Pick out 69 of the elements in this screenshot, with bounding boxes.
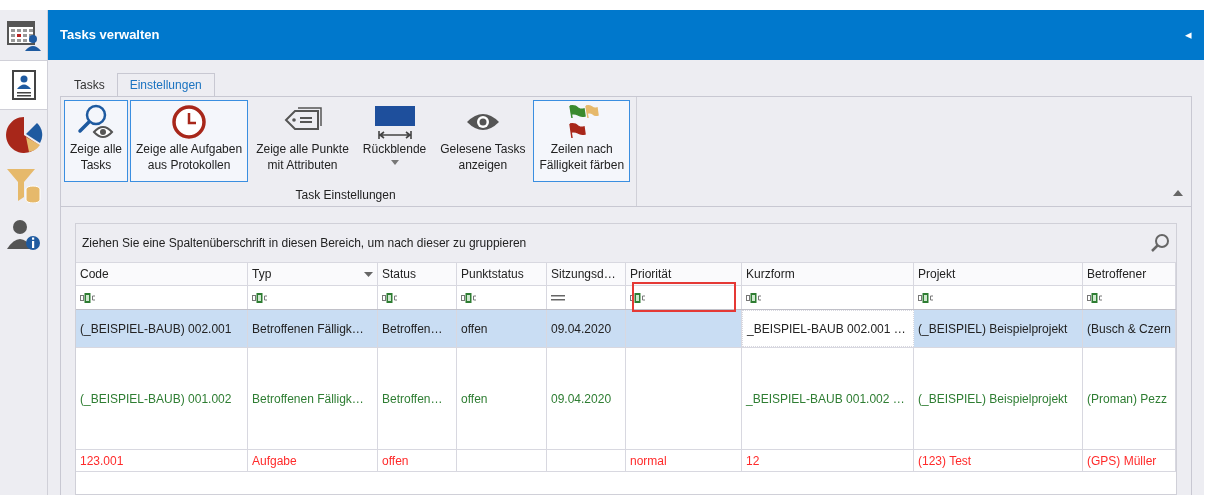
column-header[interactable]: Kurzform (742, 263, 914, 285)
ribbon-button[interactable]: Zeige alle Tasks (64, 100, 129, 182)
equals-filter-icon (551, 293, 565, 302)
table-cell: (Proman) Pezz (1083, 348, 1176, 449)
table-cell: Betroffenen Fälligk… (248, 310, 378, 347)
sort-arrow-icon[interactable] (364, 271, 373, 277)
table-cell: (123) Test (914, 450, 1083, 471)
table-cell: (_BEISPIEL-BAUB) 002.001 (76, 310, 248, 347)
ribbon-button[interactable]: Gelesene Tasks anzeigen (434, 100, 532, 182)
table-cell: (_BEISPIEL-BAUB) 001.002 (76, 348, 248, 449)
table-cell: 09.04.2020 (547, 310, 626, 347)
sidebar-item[interactable] (0, 60, 47, 110)
column-header[interactable]: Betroffener (1083, 263, 1176, 285)
panel-title: Tasks verwalten (60, 26, 160, 45)
table-cell: (_BEISPIEL) Beispielprojekt (914, 348, 1083, 449)
table-cell: (Busch & Czern (1083, 310, 1176, 347)
table-cell: Betroffen… (378, 310, 457, 347)
table-cell: offen (457, 348, 547, 449)
ribbon-group-label: Task Einstellungen (295, 187, 396, 204)
ribbon-button[interactable]: Rückblende (356, 100, 433, 182)
ribbon-button[interactable]: Zeige alle Punkte mit Attributen (250, 100, 355, 182)
contact-card-icon (11, 70, 36, 100)
text-filter-icon (630, 292, 646, 303)
clock-icon (171, 104, 208, 140)
ribbon-button[interactable]: Zeilen nach Fälligkeit färben (533, 100, 631, 182)
table-cell: _BEISPIEL-BAUB 002.001 … (742, 310, 914, 347)
table-cell: (_BEISPIEL) Beispielprojekt (914, 310, 1083, 347)
table-cell: Betroffenen Fälligk… (248, 348, 378, 449)
text-filter-icon (746, 292, 762, 303)
column-header[interactable]: Sitzungsd… (547, 263, 626, 285)
ribbon-button[interactable]: Zeige alle Aufgaben aus Protokollen (130, 100, 249, 182)
dropdown-caret-icon (390, 160, 399, 165)
table-row[interactable]: 123.001 Aufgabe offen normal 12 (123) Test (GPS) Müller (76, 450, 1176, 472)
text-filter-icon (1087, 292, 1103, 303)
calendar-person-icon (6, 19, 41, 51)
column-header[interactable]: Status (378, 263, 457, 285)
text-filter-icon (80, 292, 96, 303)
table-cell: offen (378, 450, 457, 471)
table-row[interactable]: (_BEISPIEL-BAUB) 002.001 Betroffenen Fälligk… Betroffen… offen 09.04.2020 _BEISPIEL-BAUB 002.001 … (_BEISPIEL) Beispielprojekt (Busch & Czern (76, 310, 1176, 348)
column-header[interactable]: Priorität (626, 263, 742, 285)
ribbon-tab[interactable]: Einstellungen (116, 73, 215, 96)
group-hint: Ziehen Sie eine Spaltenüberschrift in diesen Bereich, um nach dieser zu gruppieren (82, 235, 527, 252)
table-cell: 09.04.2020 (547, 348, 626, 449)
search-eye-icon (76, 104, 116, 140)
table-cell: 12 (742, 450, 914, 471)
person-info-icon (6, 219, 41, 251)
table-cell: Betroffen… (378, 348, 457, 449)
table-cell: 123.001 (76, 450, 248, 471)
text-filter-icon (461, 292, 477, 303)
column-header[interactable]: Typ (248, 263, 378, 285)
table-cell: Aufgabe (248, 450, 378, 471)
table-cell: _BEISPIEL-BAUB 001.002 … (742, 348, 914, 449)
column-header[interactable]: Projekt (914, 263, 1083, 285)
pie-chart-icon (4, 116, 43, 154)
search-icon[interactable] (1150, 233, 1170, 253)
column-header[interactable]: Punktstatus (457, 263, 547, 285)
collapse-button[interactable]: ◂ (1185, 25, 1192, 45)
width-bar-icon (374, 104, 415, 140)
column-header[interactable]: Code (76, 263, 248, 285)
text-filter-icon (382, 292, 398, 303)
text-filter-icon (252, 292, 268, 303)
table-row[interactable]: (_BEISPIEL-BAUB) 001.002 Betroffenen Fälligk… Betroffen… offen 09.04.2020 _BEISPIEL-BAUB 001.002 … (_BEISPIEL) Beispielprojekt (Proman) Pezz (76, 348, 1176, 450)
collapse-ribbon-icon[interactable] (1173, 190, 1183, 196)
table-cell: (GPS) Müller (1083, 450, 1176, 471)
ribbon-tab[interactable]: Tasks (62, 73, 117, 96)
text-filter-icon (918, 292, 934, 303)
table-cell: offen (457, 310, 547, 347)
table-cell: normal (626, 450, 742, 471)
filter-database-icon (5, 167, 42, 203)
